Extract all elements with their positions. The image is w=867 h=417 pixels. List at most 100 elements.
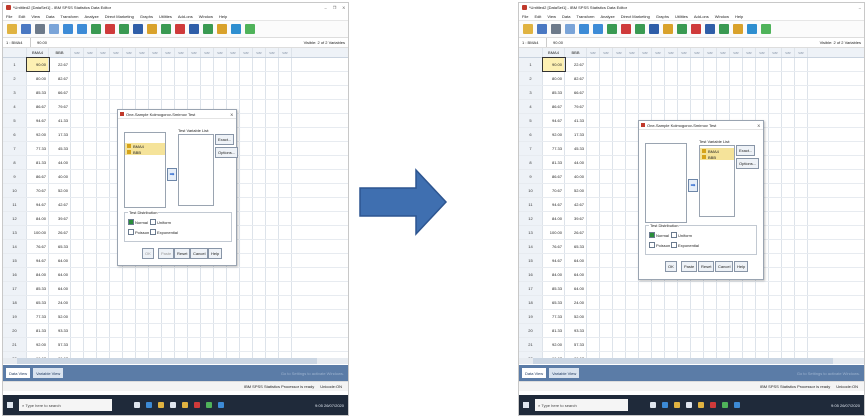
cell-empty[interactable] [782,156,795,169]
cell-empty[interactable] [71,212,84,225]
menu-file[interactable]: File [522,14,528,19]
cell-bbb[interactable]: 44.00 [565,156,587,169]
cell-empty[interactable] [214,338,227,351]
row-number[interactable]: 16 [3,268,27,281]
cell-empty[interactable] [71,324,84,337]
cell-empty[interactable] [253,156,266,169]
cell-empty[interactable] [214,310,227,323]
source-variable-list[interactable]: BMA4 BBB [124,132,166,208]
test-variable-list[interactable] [178,134,214,206]
cell-empty[interactable] [600,86,613,99]
cell-empty[interactable] [240,128,253,141]
menu-add-ons[interactable]: Add-ons [178,14,193,19]
cell-empty[interactable] [756,58,769,71]
cell-empty[interactable] [110,86,123,99]
cell-empty[interactable] [266,184,279,197]
cell-empty[interactable] [279,254,292,267]
cell-empty[interactable] [769,212,782,225]
column-header-var[interactable]: var [717,48,730,57]
cell-empty[interactable] [97,128,110,141]
cell-empty[interactable] [652,100,665,113]
menu-data[interactable]: Data [562,14,570,19]
cell-empty[interactable] [266,58,279,71]
cell-empty[interactable] [279,198,292,211]
cell-empty[interactable] [587,240,600,253]
cell-empty[interactable] [240,324,253,337]
menu-graphs[interactable]: Graphs [140,14,153,19]
column-header-var[interactable]: var [626,48,639,57]
cell-empty[interactable] [665,310,678,323]
cell-empty[interactable] [639,86,652,99]
cell-empty[interactable] [253,170,266,183]
cell-empty[interactable] [795,240,808,253]
redo-icon[interactable] [593,24,603,34]
cell-empty[interactable] [71,310,84,323]
cell-empty[interactable] [600,184,613,197]
cell-empty[interactable] [84,296,97,309]
cell-empty[interactable] [730,58,743,71]
row-number[interactable]: 6 [519,128,543,141]
horizontal-scrollbar[interactable] [519,358,864,364]
cell-empty[interactable] [240,58,253,71]
taskbar-search-input[interactable]: ⌕ Type here to search [19,399,112,411]
cell-empty[interactable] [652,324,665,337]
cell-empty[interactable] [253,254,266,267]
cell-empty[interactable] [84,338,97,351]
cell-empty[interactable] [149,282,162,295]
cell-empty[interactable] [639,324,652,337]
cell-empty[interactable] [782,268,795,281]
variable-item-bbb[interactable]: BBB [700,154,734,160]
reset-button[interactable]: Reset [698,261,715,272]
dialog-recall-icon[interactable] [565,24,575,34]
row-number[interactable]: 18 [3,296,27,309]
minimize-button[interactable]: – [325,5,327,10]
row-number[interactable]: 10 [519,184,543,197]
cell-empty[interactable] [717,324,730,337]
cell-empty[interactable] [639,100,652,113]
cell-empty[interactable] [769,268,782,281]
cell-empty[interactable] [123,282,136,295]
column-header-var[interactable]: var [123,48,136,57]
cell-empty[interactable] [600,142,613,155]
cell-empty[interactable] [97,282,110,295]
cell-bma4[interactable]: 94.67 [543,254,565,267]
cell-empty[interactable] [240,156,253,169]
cell-empty[interactable] [279,86,292,99]
cell-empty[interactable] [652,296,665,309]
cell-empty[interactable] [162,268,175,281]
cell-empty[interactable] [162,338,175,351]
cell-empty[interactable] [188,310,201,323]
row-number[interactable]: 11 [3,198,27,211]
cell-empty[interactable] [253,184,266,197]
cell-empty[interactable] [84,324,97,337]
cell-empty[interactable] [795,282,808,295]
cell-empty[interactable] [782,184,795,197]
row-number[interactable]: 1 [519,58,543,71]
row-number[interactable]: 1 [3,58,27,71]
row-number[interactable]: 20 [519,324,543,337]
cell-bbb[interactable]: 64.00 [49,268,71,281]
close-button[interactable]: X [342,5,345,10]
cell-empty[interactable] [691,324,704,337]
cell-empty[interactable] [175,86,188,99]
cell-empty[interactable] [795,268,808,281]
app-icon[interactable] [206,402,212,408]
cell-empty[interactable] [782,100,795,113]
cell-empty[interactable] [600,254,613,267]
cell-empty[interactable] [704,324,717,337]
cell-bma4[interactable]: 92.00 [27,338,49,351]
cell-empty[interactable] [769,72,782,85]
cell-bma4[interactable]: 92.00 [543,338,565,351]
cell-empty[interactable] [214,58,227,71]
cell-bma4[interactable]: 84.00 [543,268,565,281]
cell-empty[interactable] [613,296,626,309]
cell-empty[interactable] [743,282,756,295]
column-header-var[interactable]: var [84,48,97,57]
cell-empty[interactable] [600,268,613,281]
cell-empty[interactable] [214,72,227,85]
cell-empty[interactable] [665,86,678,99]
cell-empty[interactable] [782,310,795,323]
menu-data[interactable]: Data [46,14,54,19]
cell-empty[interactable] [730,310,743,323]
cell-value-input[interactable]: 90.00 [31,40,304,45]
